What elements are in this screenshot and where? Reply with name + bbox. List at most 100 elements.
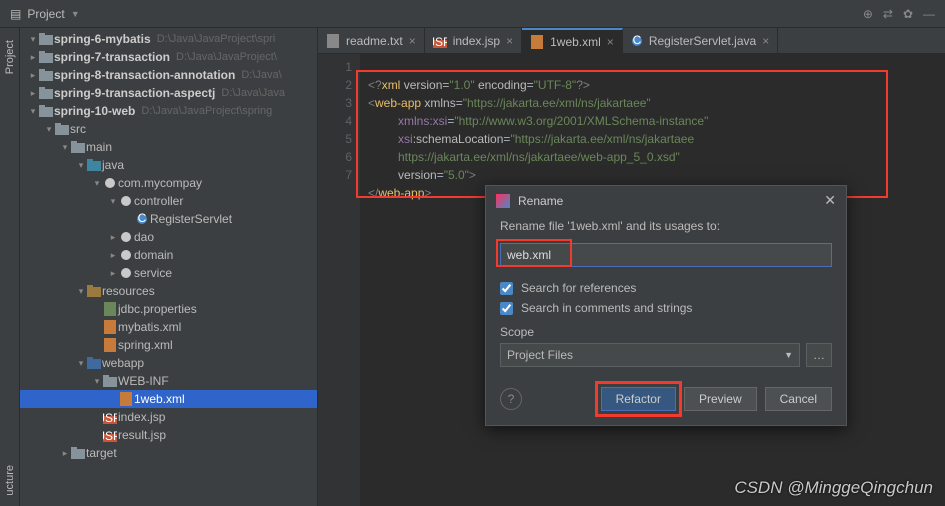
folder-icon	[38, 33, 54, 45]
project-tree[interactable]: ▾ spring-6-mybatis D:\Java\JavaProject\spr…	[20, 28, 318, 506]
txt-icon	[326, 34, 340, 48]
preview-button[interactable]: Preview	[684, 387, 757, 411]
close-icon[interactable]: ×	[762, 34, 769, 48]
editor-tab[interactable]: readme.txt ×	[318, 28, 425, 53]
tab-label: RegisterServlet.java	[649, 34, 756, 48]
editor-tab[interactable]: JSPindex.jsp×	[425, 28, 522, 53]
help-button[interactable]: ?	[500, 388, 522, 410]
project-label: Project	[27, 7, 64, 21]
tree-node[interactable]: jdbc.properties	[20, 300, 317, 318]
structure-tool-tab[interactable]: ucture	[2, 461, 18, 500]
checkbox-input[interactable]	[500, 302, 513, 315]
tree-node[interactable]: ▾spring-10-webD:\Java\JavaProject\spring	[20, 102, 317, 120]
search-references-checkbox[interactable]: Search for references	[500, 281, 832, 295]
checkbox-label: Search for references	[521, 281, 636, 295]
tree-node[interactable]: CRegisterServlet	[20, 210, 317, 228]
svg-text:JSP: JSP	[103, 429, 117, 442]
scope-browse-button[interactable]: …	[806, 343, 832, 367]
cancel-button[interactable]: Cancel	[765, 387, 832, 411]
chevron-icon[interactable]: ▾	[76, 358, 86, 369]
tree-node[interactable]: ▸ domain	[20, 246, 317, 264]
tree-node[interactable]: ▾webapp	[20, 354, 317, 372]
chevron-icon[interactable]: ▾	[92, 178, 102, 189]
chevron-icon[interactable]: ▾	[28, 34, 38, 45]
tree-node[interactable]: ▾src	[20, 120, 317, 138]
pkg-icon	[118, 249, 134, 261]
chevron-icon[interactable]: ▾	[76, 286, 86, 297]
hide-icon[interactable]: —	[923, 7, 935, 21]
tree-node[interactable]: ▸dao	[20, 228, 317, 246]
tree-node[interactable]: mybatis.xml	[20, 318, 317, 336]
close-icon[interactable]: ×	[409, 34, 416, 48]
chevron-icon[interactable]: ▸	[28, 52, 38, 63]
tree-node[interactable]: 1web.xml	[20, 390, 317, 408]
watermark: CSDN @MinggeQingchun	[734, 478, 933, 498]
line-gutter: 1234567	[318, 54, 360, 506]
pkg-icon	[118, 231, 134, 243]
scope-dropdown[interactable]: Project Files ▼	[500, 343, 800, 367]
project-view-selector[interactable]: ▤ Project ▼	[4, 7, 86, 21]
node-label: java	[102, 158, 124, 172]
tree-node[interactable]: ▸spring-8-transaction-annotationD:\Java\	[20, 66, 317, 84]
chevron-icon[interactable]: ▸	[108, 232, 118, 243]
editor-tab[interactable]: 1web.xml×	[522, 28, 623, 53]
close-icon[interactable]: ×	[607, 35, 614, 49]
chevron-icon[interactable]: ▸	[108, 268, 118, 279]
refactor-button[interactable]: Refactor	[601, 387, 676, 411]
tree-node[interactable]: ▸service	[20, 264, 317, 282]
locate-icon[interactable]: ⊕	[863, 7, 873, 21]
chevron-icon[interactable]: ▾	[28, 106, 38, 117]
dialog-description: Rename file '1web.xml' and its usages to…	[500, 219, 832, 233]
node-label: domain	[134, 248, 173, 262]
dialog-title: Rename	[518, 194, 816, 208]
chevron-icon[interactable]: ▸	[60, 448, 70, 459]
gear-icon[interactable]: ✿	[903, 7, 913, 21]
node-label: resources	[102, 284, 155, 298]
chevron-icon[interactable]: ▸	[28, 70, 38, 81]
chevron-icon[interactable]: ▾	[108, 196, 118, 207]
tree-node[interactable]: ▾spring-6-mybatisD:\Java\JavaProject\spr…	[20, 30, 317, 48]
chevron-icon[interactable]: ▸	[108, 250, 118, 261]
node-path: D:\Java\JavaProject\spring	[141, 105, 272, 117]
node-label: spring-8-transaction-annotation	[54, 68, 235, 82]
jsp-icon: JSP	[102, 410, 118, 424]
rename-input[interactable]	[500, 243, 832, 267]
tree-node[interactable]: ▾ resources	[20, 282, 317, 300]
expand-icon[interactable]: ⇄	[883, 7, 893, 21]
node-label: spring-6-mybatis	[54, 32, 151, 46]
close-icon[interactable]: ✕	[824, 192, 836, 209]
folder-res-icon	[86, 285, 102, 297]
tree-node[interactable]: JSPresult.jsp	[20, 426, 317, 444]
chevron-icon[interactable]: ▾	[44, 124, 54, 135]
tree-node[interactable]: ▸spring-7-transactionD:\Java\JavaProject…	[20, 48, 317, 66]
close-icon[interactable]: ×	[506, 34, 513, 48]
chevron-icon[interactable]: ▾	[92, 376, 102, 387]
project-tool-tab[interactable]: Project	[2, 32, 18, 82]
checkbox-input[interactable]	[500, 282, 513, 295]
toolbar-actions: ⊕ ⇄ ✿ —	[857, 7, 941, 21]
class-icon: C	[134, 213, 150, 225]
node-path: D:\Java\Java	[221, 87, 285, 99]
editor-tab[interactable]: C RegisterServlet.java ×	[623, 28, 778, 53]
chevron-icon[interactable]: ▾	[60, 142, 70, 153]
tree-node[interactable]: ▾ controller	[20, 192, 317, 210]
node-label: jdbc.properties	[118, 302, 197, 316]
tree-node[interactable]: ▸target	[20, 444, 317, 462]
tree-node[interactable]: ▾main	[20, 138, 317, 156]
tab-label: readme.txt	[346, 34, 403, 48]
node-label: controller	[134, 194, 183, 208]
chevron-icon[interactable]: ▾	[76, 160, 86, 171]
class-icon: C	[631, 35, 643, 47]
tree-node[interactable]: ▾ WEB-INF	[20, 372, 317, 390]
tree-node[interactable]: JSPindex.jsp	[20, 408, 317, 426]
search-comments-checkbox[interactable]: Search in comments and strings	[500, 301, 832, 315]
tree-node[interactable]: spring.xml	[20, 336, 317, 354]
tree-node[interactable]: ▾com.mycompay	[20, 174, 317, 192]
line-number: 4	[318, 112, 352, 130]
tree-node[interactable]: ▸spring-9-transaction-aspectjD:\Java\Jav…	[20, 84, 317, 102]
node-label: result.jsp	[118, 428, 166, 442]
node-label: WEB-INF	[118, 374, 169, 388]
chevron-icon[interactable]: ▸	[28, 88, 38, 99]
tree-node[interactable]: ▾ java	[20, 156, 317, 174]
svg-text:C: C	[632, 35, 641, 47]
